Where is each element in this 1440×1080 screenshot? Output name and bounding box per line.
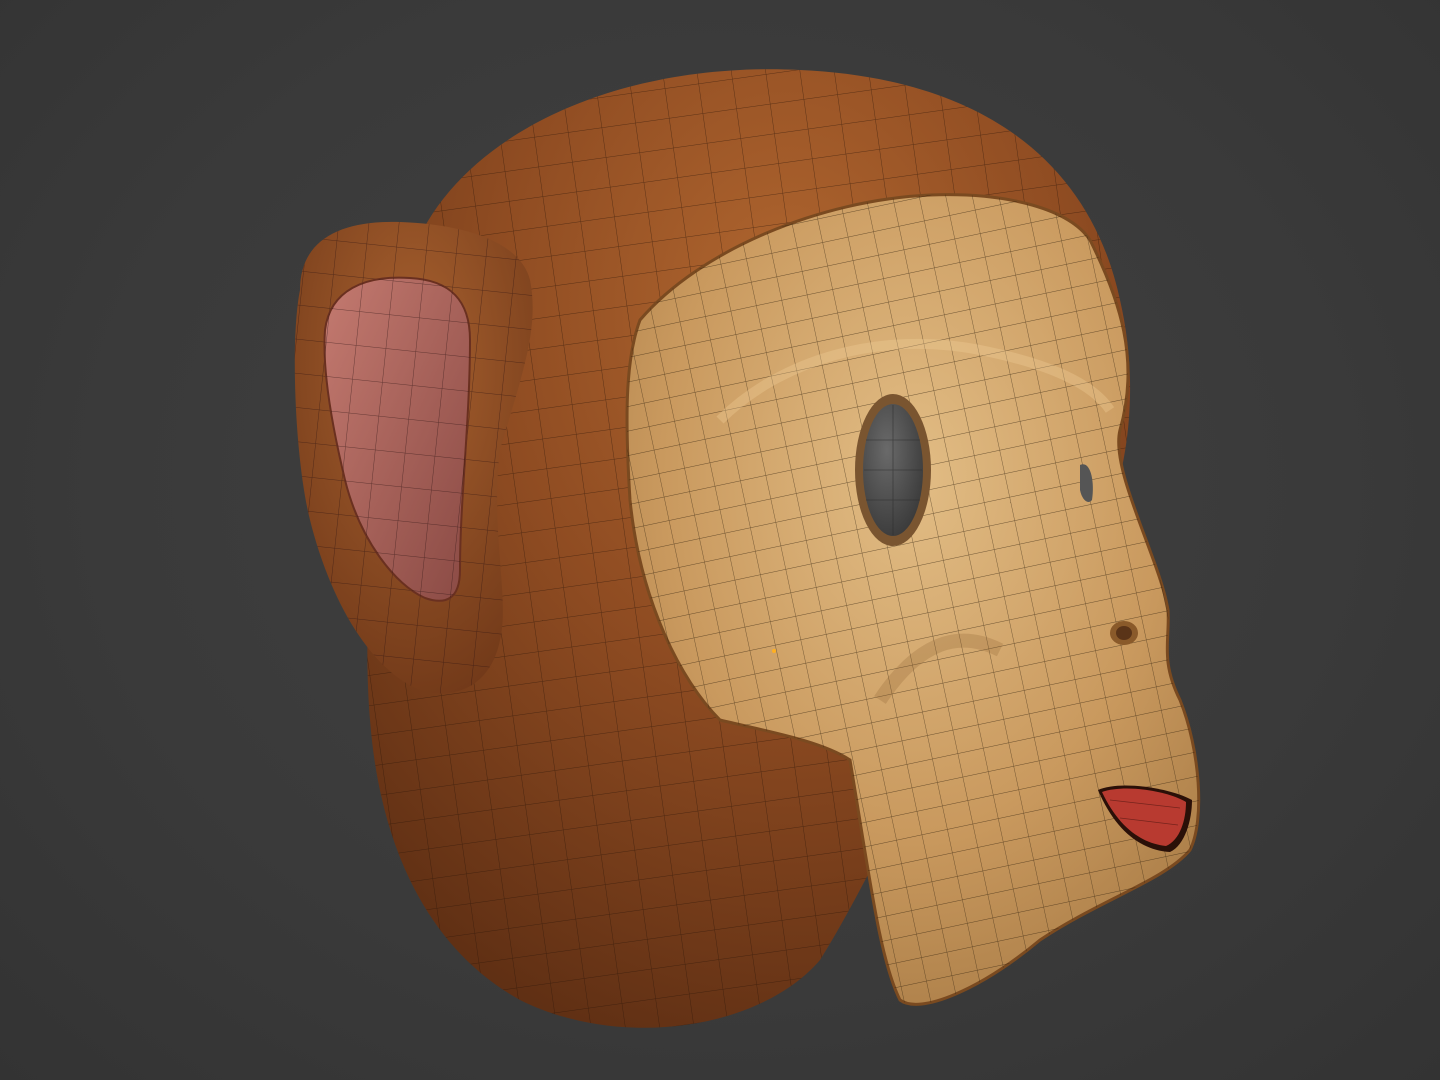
3d-viewport[interactable] [0, 0, 1440, 1080]
ear [294, 221, 533, 694]
selected-vertex-marker [772, 649, 776, 653]
nostril [1110, 621, 1138, 645]
eye [855, 394, 931, 546]
monkey-head-model [294, 69, 1201, 1028]
